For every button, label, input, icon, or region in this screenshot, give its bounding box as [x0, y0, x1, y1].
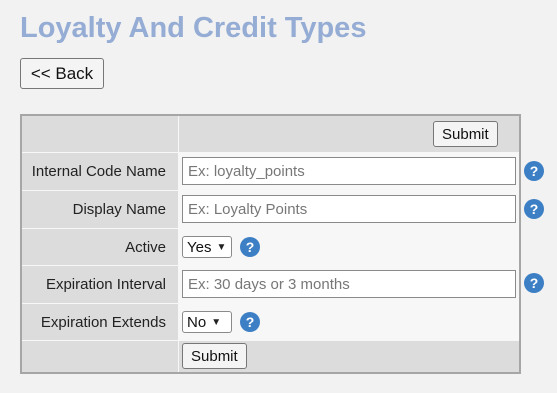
- submit-button-top[interactable]: Submit: [433, 121, 498, 147]
- help-icon-display-name[interactable]: ?: [524, 199, 544, 219]
- loyalty-form-table: Submit Internal Code Name ? Display Name…: [20, 114, 544, 374]
- internal-code-name-input[interactable]: [182, 157, 516, 185]
- field-label-active: Active: [22, 229, 178, 265]
- footer-label-cell: [22, 341, 178, 372]
- expiration-extends-select[interactable]: No ▼: [182, 311, 232, 333]
- display-name-input[interactable]: [182, 195, 516, 223]
- back-button[interactable]: << Back: [20, 58, 104, 89]
- field-label-internal-code-name: Internal Code Name: [22, 153, 178, 190]
- field-label-expiration-extends: Expiration Extends: [22, 304, 178, 340]
- active-select[interactable]: Yes ▼: [182, 236, 232, 258]
- field-label-expiration-interval: Expiration Interval: [22, 266, 178, 303]
- field-cell-internal-code-name: [179, 153, 519, 190]
- help-icon-active[interactable]: ?: [240, 237, 260, 257]
- header-label-cell: [22, 116, 178, 152]
- field-cell-display-name: [179, 191, 519, 228]
- header-action-cell: Submit: [179, 116, 519, 152]
- help-icon-expiration-interval[interactable]: ?: [524, 273, 544, 293]
- footer-action-cell: Submit: [179, 341, 519, 372]
- chevron-down-icon: ▼: [216, 241, 227, 253]
- help-icon-internal-code-name[interactable]: ?: [524, 161, 544, 181]
- page-title: Loyalty And Credit Types: [20, 12, 367, 44]
- submit-button-bottom[interactable]: Submit: [182, 343, 247, 369]
- expiration-interval-input[interactable]: [182, 270, 516, 298]
- active-select-value: Yes: [187, 238, 212, 256]
- field-label-display-name: Display Name: [22, 191, 178, 228]
- field-cell-expiration-extends: No ▼ ?: [179, 304, 519, 340]
- chevron-down-icon: ▼: [211, 316, 222, 328]
- field-cell-expiration-interval: [179, 266, 519, 303]
- expiration-extends-select-value: No: [187, 313, 207, 331]
- help-icon-expiration-extends[interactable]: ?: [240, 312, 260, 332]
- field-cell-active: Yes ▼ ?: [179, 229, 519, 265]
